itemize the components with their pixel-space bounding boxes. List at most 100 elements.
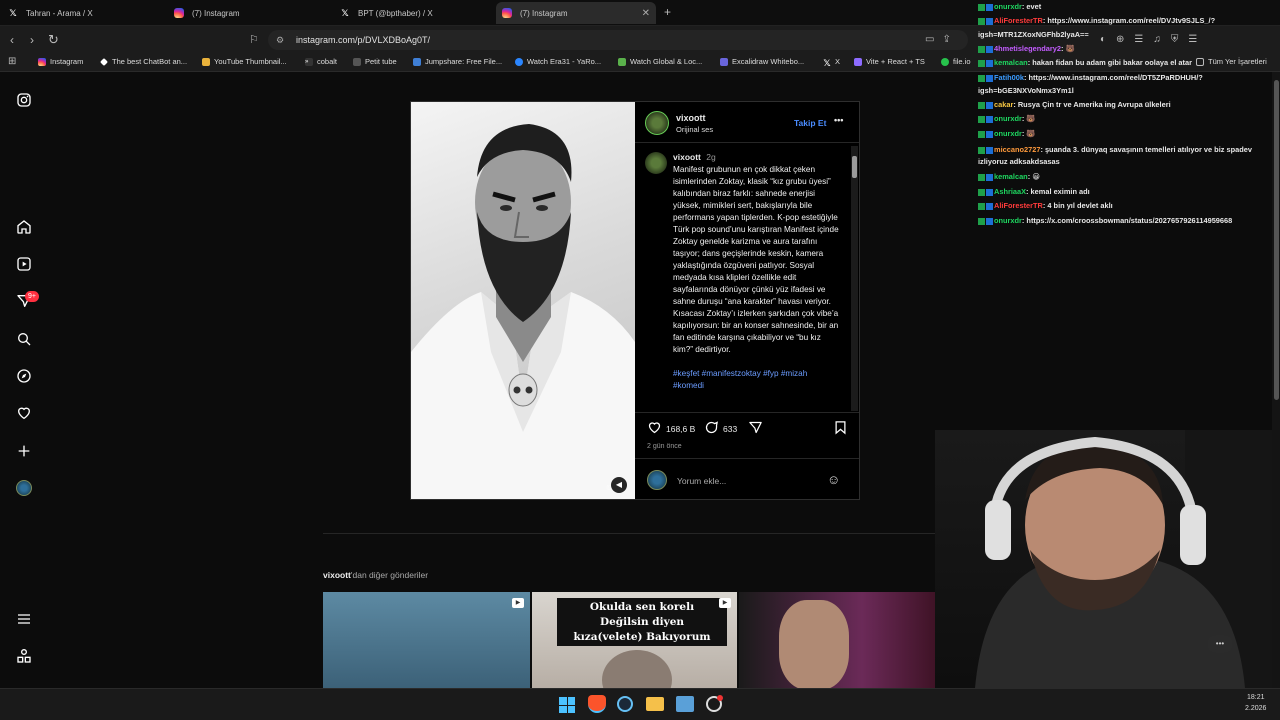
chat-username[interactable]: kemalcan	[994, 172, 1028, 181]
chat-message: Fatih00k: https://www.instagram.com/reel…	[978, 72, 1203, 83]
post-video[interactable]: @agr ◀	[411, 102, 635, 499]
hashtags-more[interactable]: #komedi	[673, 380, 843, 392]
chat-username[interactable]: onurxdr	[994, 129, 1022, 138]
start-icon[interactable]	[559, 697, 575, 713]
comment-icon[interactable]	[704, 420, 719, 435]
profile-avatar[interactable]	[16, 480, 32, 496]
brave-icon[interactable]	[588, 695, 606, 713]
chat-username[interactable]: onurxdr	[994, 114, 1022, 123]
taskbar: 18:21 2.2026	[0, 688, 1280, 720]
comment-input[interactable]: Yorum ekle...	[677, 476, 726, 486]
url-input[interactable]: ⚙ instagram.com/p/DVLXDBoAg0T/	[268, 30, 968, 50]
caption-scrollbar[interactable]	[851, 146, 858, 411]
chat-text: izliyoruz adksakdsasas	[978, 157, 1060, 166]
badge-icon	[986, 188, 993, 196]
home-icon[interactable]	[16, 219, 32, 235]
post-date: 2 gün önce	[647, 443, 682, 450]
tab-tahran[interactable]: 𝕏 Tahran - Arama / X	[2, 2, 162, 24]
audio-label[interactable]: Orijinal ses	[676, 125, 713, 134]
chat-text: : https://www.instagram.com/reel/DT5ZPaR…	[1024, 73, 1203, 82]
caption-avatar[interactable]	[645, 152, 667, 174]
like-icon[interactable]	[647, 420, 662, 435]
badge-icon	[986, 3, 993, 11]
thumb-face	[779, 600, 849, 688]
author-username[interactable]: vixoott	[676, 113, 706, 123]
bookmark-page-icon[interactable]: ⚐	[249, 26, 259, 54]
thumb-face	[602, 650, 672, 688]
create-icon[interactable]	[16, 443, 32, 459]
sound-icon[interactable]: ◀	[611, 477, 627, 493]
site-settings-icon[interactable]: ⚙	[276, 30, 284, 50]
reels-icon[interactable]	[16, 256, 32, 272]
threads-apps-icon[interactable]	[16, 648, 32, 664]
emoji-icon[interactable]: ☺	[827, 472, 840, 487]
tab-instagram-1[interactable]: (7) Instagram	[168, 2, 328, 24]
hashtags[interactable]: #keşfet #manifestzoktay #fyp #mizah	[673, 368, 843, 380]
more-options-icon[interactable]: •••	[834, 115, 843, 125]
bookmark-fileio[interactable]: file.io	[941, 57, 971, 66]
chat-message: izliyoruz adksakdsasas	[978, 156, 1060, 167]
more-post-thumb-2[interactable]: Okulda sen korelı Değilsin diyen kıza(ve…	[532, 592, 737, 688]
close-tab-icon[interactable]: ✕	[642, 8, 650, 19]
reload-icon[interactable]: ↻	[48, 26, 59, 54]
explorer-icon[interactable]	[646, 697, 664, 711]
comment-count: 633	[723, 424, 738, 434]
follow-button[interactable]: Takip Et	[794, 118, 826, 128]
bookmark-global[interactable]: Watch Global & Loc...	[618, 57, 702, 66]
chat-username[interactable]: cakar	[994, 100, 1013, 109]
clock-time[interactable]: 18:21	[1247, 694, 1265, 701]
forward-icon[interactable]: ›	[30, 26, 34, 54]
chat-message: 4hmetislegendary2: 🐻	[978, 43, 1075, 54]
new-tab-button[interactable]: +	[664, 5, 671, 19]
reel-icon: ▶	[512, 598, 524, 608]
address-actions[interactable]: ▭⇪	[925, 34, 975, 46]
chat-username[interactable]: onurxdr	[994, 216, 1022, 225]
chat-message: onurxdr: 🐻	[978, 128, 1036, 139]
steam-icon[interactable]	[617, 696, 633, 712]
bookmark-excalidraw[interactable]: Excalidraw Whitebo...	[720, 57, 804, 66]
bookmark-x[interactable]: 𝕏X	[823, 57, 840, 68]
badge-icon	[978, 59, 985, 67]
app-icon[interactable]	[706, 695, 723, 712]
bookmark-vite[interactable]: Vite + React + TS	[854, 57, 925, 66]
page-scrollbar[interactable]	[1272, 72, 1280, 688]
chat-username[interactable]: AshriaaX	[994, 187, 1026, 196]
more-post-thumb-1[interactable]: ▶	[323, 592, 530, 688]
chat-username[interactable]: miccano2727	[994, 145, 1040, 154]
tab-instagram-active[interactable]: (7) Instagram ✕	[496, 2, 656, 24]
heart-icon[interactable]	[16, 405, 32, 421]
badge-icon	[978, 146, 985, 154]
global-icon	[618, 57, 626, 66]
share-icon[interactable]	[748, 420, 763, 435]
overlay-more-icon[interactable]: •••	[1207, 635, 1233, 653]
chat-username[interactable]: Fatih00k	[994, 73, 1024, 82]
back-icon[interactable]: ‹	[10, 26, 14, 54]
bookmark-era31[interactable]: Watch Era31 - YaRo...	[515, 57, 601, 66]
bookmark-instagram[interactable]: Instagram	[38, 57, 83, 66]
tab-bpt[interactable]: 𝕏 BPT (@bpthaber) / X	[334, 2, 494, 24]
search-icon[interactable]	[16, 331, 32, 347]
divider	[323, 533, 943, 534]
photos-icon[interactable]	[676, 696, 694, 712]
save-icon[interactable]	[833, 420, 848, 435]
badge-icon	[978, 202, 985, 210]
caption-username[interactable]: vixoott	[673, 152, 701, 162]
bookmark-cobalt[interactable]: » cobalt	[305, 57, 337, 66]
bookmark-petit-tube[interactable]: Petit tube	[353, 57, 397, 66]
instagram-logo-icon[interactable]	[16, 92, 32, 108]
chat-username[interactable]: 4hmetislegendary2	[994, 44, 1061, 53]
chat-username[interactable]: onurxdr	[994, 2, 1022, 11]
bookmark-youtube-thumbnail[interactable]: YouTube Thumbnail...	[202, 57, 287, 66]
chat-username[interactable]: kemalcan	[994, 58, 1028, 67]
badge-icon	[986, 59, 993, 67]
chat-username[interactable]: AliForesterTR	[994, 16, 1043, 25]
explore-icon[interactable]	[16, 368, 32, 384]
menu-icon[interactable]	[16, 611, 32, 627]
apps-grid-icon[interactable]: ⊞	[8, 56, 16, 67]
author-avatar[interactable]	[645, 111, 669, 135]
bookmark-jumpshare[interactable]: Jumpshare: Free File...	[413, 57, 502, 66]
bookmark-chatbot[interactable]: The best ChatBot an...	[100, 57, 187, 66]
chat-username[interactable]: AliForesterTR	[994, 201, 1043, 210]
like-count[interactable]: 168,6 B	[666, 424, 695, 434]
more-post-thumb-3[interactable]	[739, 592, 944, 688]
